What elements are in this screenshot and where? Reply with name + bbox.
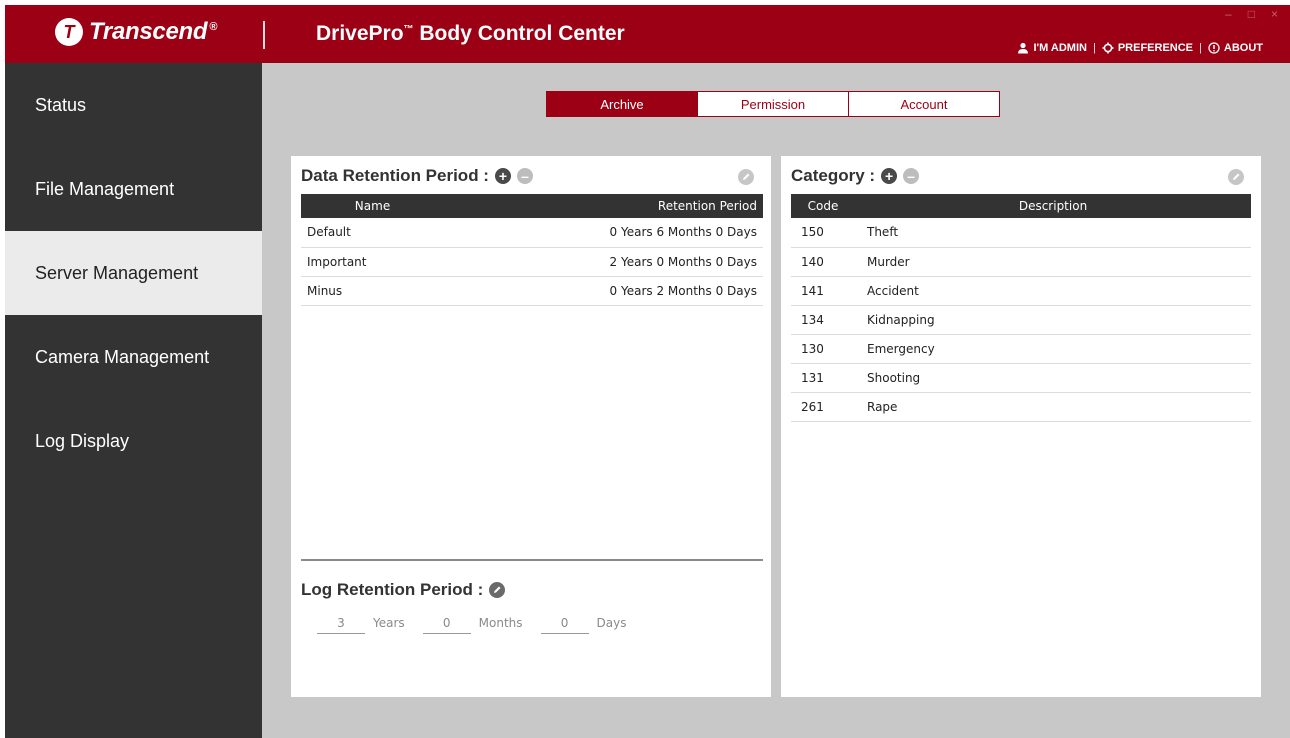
log-years-label: Years	[373, 616, 405, 630]
category-title-row: Category : + –	[791, 166, 920, 186]
log-days-label: Days	[596, 616, 627, 630]
tab-bar: Archive Permission Account	[546, 91, 1000, 117]
logo-text: Transcend ®	[89, 18, 218, 45]
retention-title-row: Data Retention Period : + –	[301, 166, 533, 186]
logo-mark-icon: T	[55, 18, 83, 46]
cell-description: Emergency	[867, 341, 935, 356]
app-title: DrivePro™ Body Control Center	[316, 22, 625, 45]
table-row[interactable]: 134 Kidnapping	[791, 305, 1251, 334]
category-table: Code Description 150 Theft 140 Murder 14…	[791, 194, 1251, 422]
cell-code: 140	[801, 254, 824, 269]
minimize-button[interactable]: –	[1225, 7, 1232, 21]
tab-account[interactable]: Account	[848, 91, 1000, 117]
log-retention-title-row: Log Retention Period :	[301, 580, 506, 600]
user-icon	[1017, 42, 1029, 54]
cell-name: Minus	[307, 283, 343, 298]
sidebar-item-file-management[interactable]: File Management	[5, 147, 262, 231]
table-row[interactable]: Default 0 Years 6 Months 0 Days	[301, 218, 763, 247]
link-separator: |	[1092, 42, 1096, 54]
category-panel: Category : + – Code Description 150 Thef…	[781, 156, 1261, 697]
edit-category-icon[interactable]	[1228, 169, 1244, 185]
log-months-input[interactable]: 0	[422, 616, 471, 634]
app-header: T Transcend ® DrivePro™ Body Control Cent…	[5, 5, 1290, 63]
tab-permission[interactable]: Permission	[697, 91, 849, 117]
header-divider	[263, 21, 265, 49]
cell-period: 0 Years 6 Months 0 Days	[609, 225, 757, 240]
cell-description: Rape	[867, 399, 898, 414]
cell-description: Kidnapping	[867, 312, 935, 327]
log-years-input[interactable]: 3	[317, 616, 365, 634]
remove-category-icon[interactable]: –	[903, 168, 920, 184]
cell-code: 131	[801, 370, 824, 385]
edit-log-retention-icon[interactable]	[489, 582, 506, 598]
link-separator: |	[1199, 42, 1202, 54]
maximize-button[interactable]: □	[1248, 7, 1255, 21]
gear-icon	[1102, 42, 1114, 54]
log-divider	[301, 559, 763, 561]
cell-period: 2 Years 0 Months 0 Days	[609, 254, 757, 269]
column-header-name: Name	[354, 199, 391, 213]
cell-code: 150	[801, 225, 824, 240]
retention-title: Data Retention Period :	[301, 166, 489, 185]
log-months-label: Months	[478, 616, 523, 630]
column-header-description: Description	[1018, 199, 1088, 213]
log-retention-fields: 3 Years 0 Months 0 Days	[317, 616, 645, 634]
header-links: I'M ADMIN | PREFERENCE | ABOUT	[1017, 42, 1263, 54]
cell-code: 134	[801, 312, 824, 327]
cell-name: Important	[307, 254, 367, 269]
column-header-code: Code	[807, 199, 839, 213]
table-row[interactable]: 130 Emergency	[791, 334, 1251, 363]
sidebar-item-server-management[interactable]: Server Management	[5, 231, 262, 315]
admin-link[interactable]: I'M ADMIN	[1017, 42, 1087, 54]
sidebar: Status File Management Server Management…	[5, 63, 262, 738]
log-days-input[interactable]: 0	[540, 616, 589, 634]
table-row[interactable]: Important 2 Years 0 Months 0 Days	[301, 247, 763, 276]
sidebar-item-log-display[interactable]: Log Display	[5, 399, 262, 483]
log-retention-title: Log Retention Period :	[301, 580, 484, 599]
cell-code: 130	[801, 341, 824, 356]
preference-link[interactable]: PREFERENCE	[1102, 42, 1193, 54]
table-row[interactable]: 131 Shooting	[791, 363, 1251, 392]
table-row[interactable]: 141 Accident	[791, 276, 1251, 305]
edit-retention-icon[interactable]	[738, 169, 754, 185]
info-icon	[1208, 42, 1220, 54]
cell-period: 0 Years 2 Months 0 Days	[609, 283, 757, 298]
cell-code: 141	[801, 283, 824, 298]
cell-description: Murder	[867, 254, 910, 269]
close-button[interactable]: ×	[1271, 7, 1278, 21]
table-header-row: Name Retention Period	[301, 194, 763, 218]
cell-description: Accident	[867, 283, 919, 298]
transcend-logo: T Transcend ®	[55, 15, 217, 49]
add-category-icon[interactable]: +	[881, 168, 898, 184]
add-retention-icon[interactable]: +	[494, 168, 511, 184]
about-link[interactable]: ABOUT	[1208, 42, 1263, 54]
cell-name: Default	[307, 225, 351, 240]
table-row[interactable]: 150 Theft	[791, 218, 1251, 247]
retention-panel: Data Retention Period : + – Name Retenti…	[291, 156, 771, 697]
retention-table: Name Retention Period Default 0 Years 6 …	[301, 194, 763, 306]
table-header-row: Code Description	[791, 194, 1251, 218]
category-title: Category :	[791, 166, 876, 185]
sidebar-item-status[interactable]: Status	[5, 63, 262, 147]
tab-archive[interactable]: Archive	[546, 91, 698, 117]
sidebar-item-camera-management[interactable]: Camera Management	[5, 315, 262, 399]
cell-code: 261	[801, 399, 824, 414]
main-content: Archive Permission Account Data Retentio…	[262, 63, 1290, 738]
table-row[interactable]: 140 Murder	[791, 247, 1251, 276]
table-row[interactable]: Minus 0 Years 2 Months 0 Days	[301, 276, 763, 305]
remove-retention-icon[interactable]: –	[516, 168, 533, 184]
window-controls: – □ ×	[1225, 7, 1278, 21]
column-header-retention-period: Retention Period	[657, 199, 757, 213]
table-row[interactable]: 261 Rape	[791, 392, 1251, 421]
cell-description: Theft	[867, 225, 899, 240]
cell-description: Shooting	[867, 370, 921, 385]
